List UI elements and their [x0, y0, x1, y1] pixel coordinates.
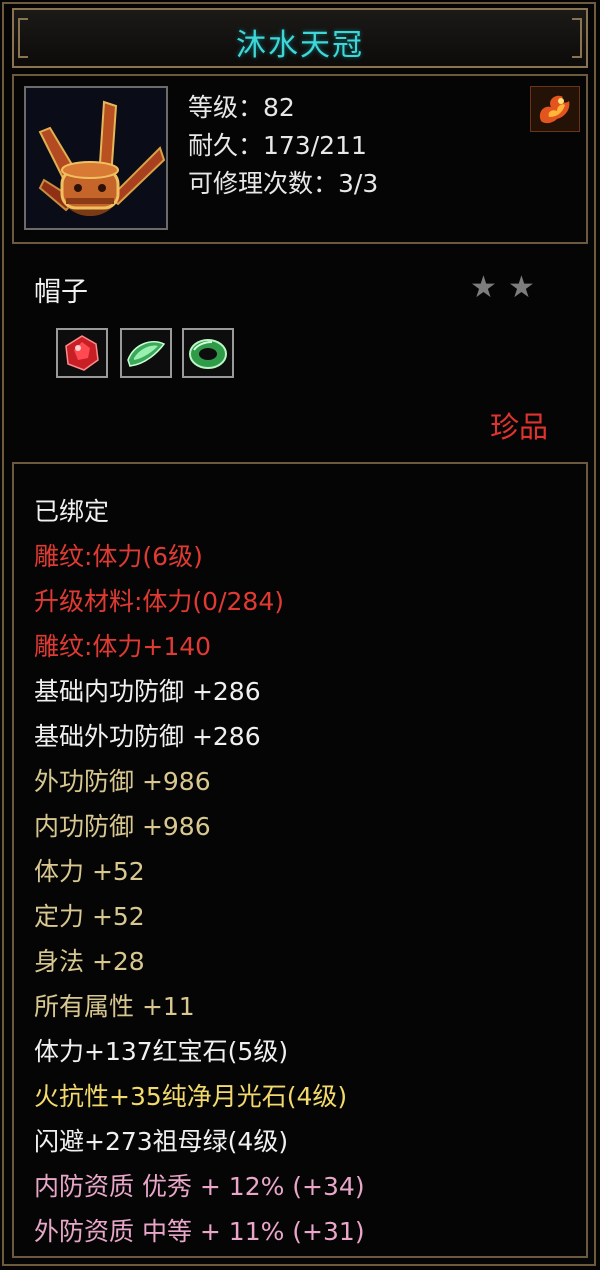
rarity-label: 珍品	[490, 410, 549, 444]
attribute-line: 所有属性 +11	[34, 992, 195, 1021]
attribute-line: 基础外功防御 +286	[34, 722, 261, 751]
attribute-line: 体力 +52	[34, 857, 145, 886]
item-name: 沐水天冠	[236, 28, 364, 63]
attribute-line: 外防资质 中等 + 11% (+31)	[34, 1217, 365, 1246]
attribute-line: 火抗性+35纯净月光石(4级)	[34, 1082, 348, 1111]
attribute-line: 已绑定	[34, 497, 110, 526]
ruby-gem-icon[interactable]	[56, 328, 108, 378]
attribute-line: 雕纹:体力+140	[34, 632, 212, 661]
moonstone-gem-icon[interactable]	[120, 328, 172, 378]
attribute-line: 定力 +52	[34, 902, 145, 931]
star-icon: ★	[470, 270, 497, 305]
title-bar: 沐水天冠	[12, 8, 588, 68]
item-type: 帽子	[34, 277, 88, 308]
crown-icon	[24, 86, 168, 230]
attribute-line: 升级材料:体力(0/284)	[34, 587, 284, 616]
item-level: 等级：82	[188, 93, 295, 122]
attribute-line: 内功防御 +986	[34, 812, 211, 841]
attribute-line: 身法 +28	[34, 947, 145, 976]
star-icon: ★	[508, 270, 535, 305]
attribute-line: 雕纹:体力(6级)	[34, 542, 203, 571]
attribute-line: 体力+137红宝石(5级)	[34, 1037, 289, 1066]
attribute-line: 外功防御 +986	[34, 767, 211, 796]
item-durability: 耐久：173/211	[188, 131, 367, 160]
flame-emblem-icon	[530, 86, 580, 132]
emerald-gem-icon[interactable]	[182, 328, 234, 378]
item-repair-count: 可修理次数：3/3	[188, 169, 379, 198]
attribute-line: 基础内功防御 +286	[34, 677, 261, 706]
attribute-line: 闪避+273祖母绿(4级)	[34, 1127, 289, 1156]
attribute-line: 内防资质 优秀 + 12% (+34)	[34, 1172, 365, 1201]
